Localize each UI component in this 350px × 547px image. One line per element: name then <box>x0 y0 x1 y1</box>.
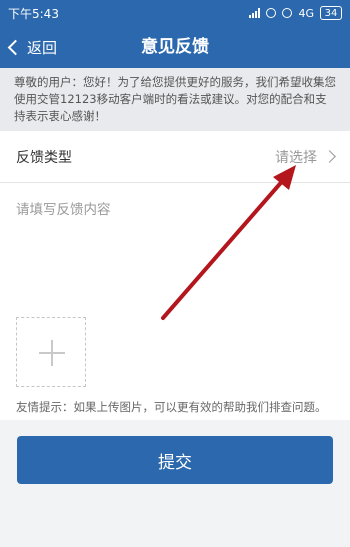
page-title: 意见反馈 <box>141 37 209 57</box>
signal-icon <box>249 8 261 18</box>
feedback-content-input[interactable] <box>0 184 350 304</box>
nav-bar: 返回 意见反馈 <box>0 26 350 68</box>
image-upload-button[interactable] <box>16 317 86 387</box>
alarm-icon <box>266 8 277 18</box>
network-type: 4G <box>298 6 314 20</box>
status-icons: 4G 34 <box>249 6 342 20</box>
feedback-type-value: 请选择 <box>275 149 317 166</box>
chevron-right-icon <box>323 150 336 163</box>
upload-tip: 友情提示：如果上传图片，可以更有效的帮助我们排查问题。 <box>16 400 327 414</box>
battery-icon: 34 <box>320 6 342 20</box>
wifi-icon <box>282 8 293 18</box>
feedback-type-label: 反馈类型 <box>16 149 72 166</box>
status-bar: 下午5:43 4G 34 <box>0 0 350 26</box>
submit-button[interactable]: 提交 <box>17 436 333 484</box>
feedback-type-selector[interactable]: 反馈类型 请选择 <box>0 131 350 183</box>
status-time: 下午5:43 <box>8 6 59 21</box>
notice-text: 尊敬的用户：您好！为了给您提供更好的服务，我们希望收集您使用交管12123移动客… <box>0 68 350 131</box>
feedback-form: 反馈类型 请选择 友情提示：如果上传图片，可以更有效的帮助我们排查问题。 <box>0 131 350 420</box>
